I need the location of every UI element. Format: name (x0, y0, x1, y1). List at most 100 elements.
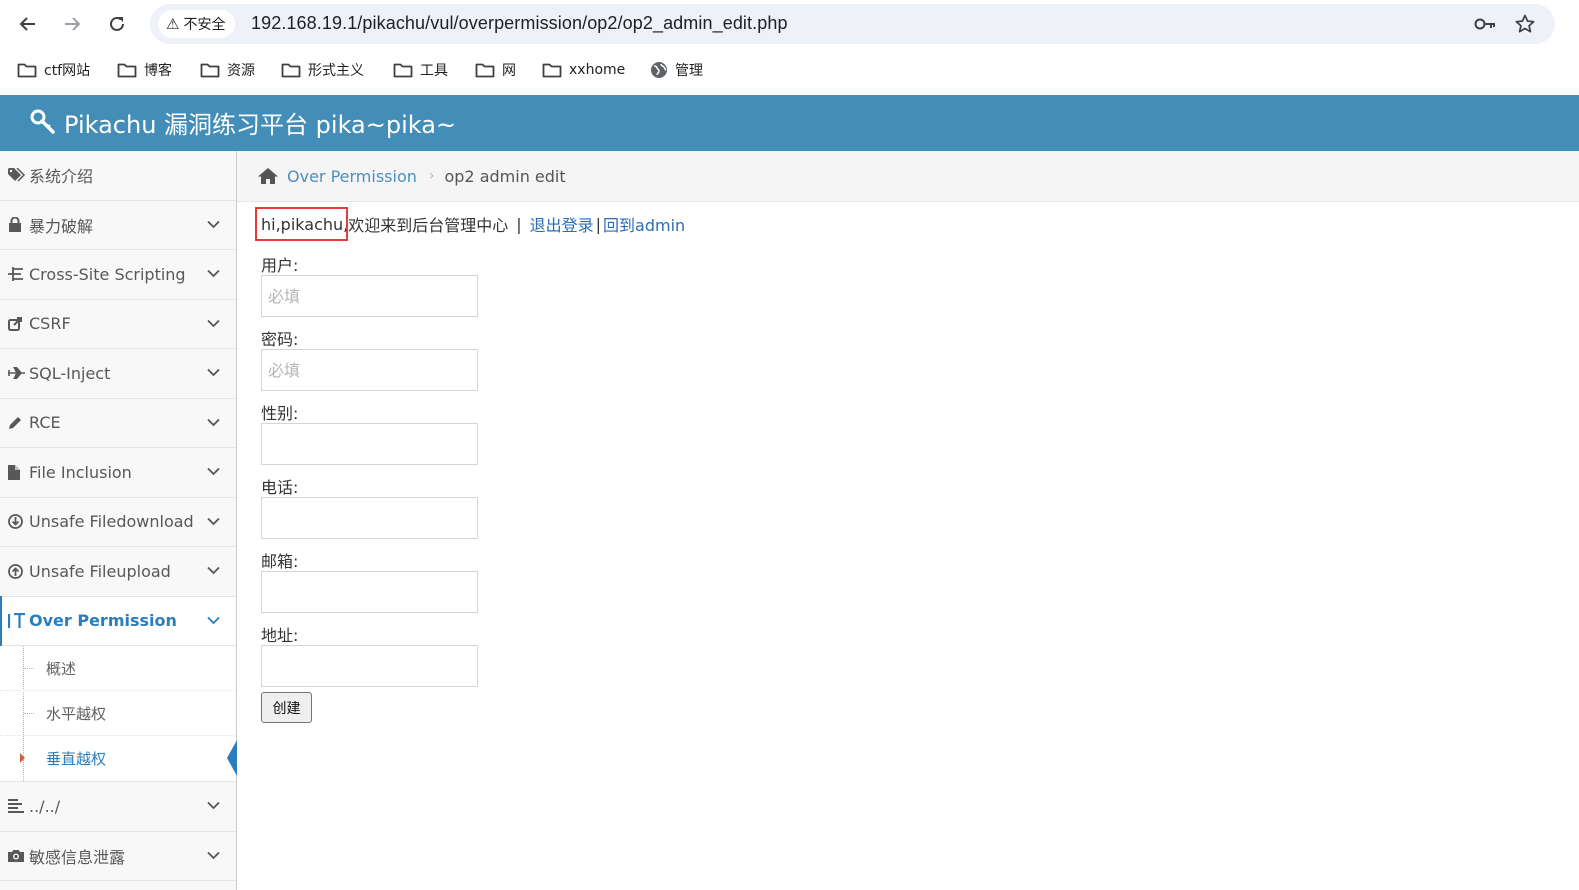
bookmark-item[interactable]: 工具 (393, 56, 448, 84)
email-label: 邮箱: (261, 552, 299, 571)
home-icon[interactable] (257, 167, 279, 185)
sidebar-item-label: Unsafe Fileupload (29, 561, 171, 581)
sidebar-item-info-leak[interactable]: 敏感信息泄露 (0, 831, 236, 881)
phone-input[interactable] (261, 497, 478, 539)
warning-icon: ⚠ (166, 15, 180, 33)
sidebar-item-rce[interactable]: RCE (0, 398, 236, 448)
forward-button[interactable] (58, 10, 86, 38)
sidebar-item-intro[interactable]: 系统介绍 (0, 151, 236, 201)
reload-icon (110, 16, 124, 31)
chevron-down-icon (207, 369, 220, 377)
chevron-down-icon (207, 517, 220, 526)
chevron-down-icon (207, 468, 220, 476)
chevron-down-icon (207, 616, 220, 625)
lock-icon (8, 217, 28, 233)
sidebar-item-xss[interactable]: Cross-Site Scripting (0, 250, 236, 300)
submenu-item-overview[interactable]: 概述 (0, 646, 236, 691)
browser-chrome: ⚠ 不安全 192.168.19.1/pikachu/vul/overpermi… (0, 0, 1579, 95)
key-icon[interactable] (1473, 12, 1497, 36)
username-label: 用户: (261, 256, 299, 275)
sidebar-item-label: SQL-Inject (29, 363, 111, 383)
sidebar-item-label: Unsafe Filedownload (29, 512, 194, 532)
sidebar-item-sql-inject[interactable]: SQL-Inject (0, 349, 236, 399)
text-height-icon (8, 612, 28, 629)
gender-input[interactable] (261, 423, 478, 465)
sidebar-item-unsafe-fileupload[interactable]: Unsafe Fileupload (0, 547, 236, 597)
security-label: 不安全 (183, 17, 226, 33)
bookmark-item[interactable]: 网 (475, 56, 516, 84)
welcome-user: hi,pikachu, (255, 206, 349, 241)
password-input[interactable] (261, 349, 478, 391)
folder-icon (117, 63, 137, 78)
bookmark-item[interactable]: xxhome (542, 56, 625, 84)
bookmark-item[interactable]: 资源 (200, 56, 255, 84)
chevron-down-icon (207, 220, 220, 229)
reload-button[interactable] (103, 10, 131, 38)
back-to-admin-link[interactable]: 回到admin (603, 212, 685, 236)
bookmark-label: 网 (502, 63, 516, 79)
sidebar-item-csrf[interactable]: CSRF (0, 299, 236, 349)
upload-icon (8, 563, 28, 579)
camera-icon (8, 849, 28, 863)
bookmark-label: ctf网站 (44, 63, 91, 79)
bookmark-label: 博客 (144, 63, 172, 79)
plane-icon (8, 367, 28, 380)
submenu-item-label: 概述 (46, 659, 77, 678)
sitemap-icon (8, 267, 28, 282)
arrow-left-icon (19, 17, 35, 31)
bookmark-item[interactable]: 形式主义 (281, 56, 364, 84)
submenu-item-horizontal[interactable]: 水平越权 (0, 691, 236, 736)
sidebar-item-over-permission[interactable]: Over Permission (0, 595, 236, 646)
address-input[interactable] (261, 645, 478, 687)
bookmark-label: 工具 (420, 63, 448, 79)
file-icon (8, 464, 28, 480)
submenu-item-label: 水平越权 (46, 704, 107, 723)
bookmark-label: xxhome (569, 62, 626, 78)
sidebar-item-file-inclusion[interactable]: File Inclusion (0, 448, 236, 498)
chevron-down-icon (207, 270, 220, 278)
sidebar-item-label: RCE (29, 413, 61, 433)
pencil-icon (8, 415, 28, 430)
chevron-down-icon (207, 418, 220, 427)
folder-icon (200, 63, 220, 78)
sidebar-item-label: 系统介绍 (29, 167, 94, 187)
breadcrumb: Over Permission › op2 admin edit (237, 151, 1579, 202)
sidebar-item-label: ../../ (29, 796, 61, 816)
star-icon[interactable] (1513, 12, 1537, 36)
welcome-line: hi,pikachu, 欢迎来到后台管理中心 | 退出登录 | 回到admin (255, 206, 685, 241)
sidebar-item-brute-force[interactable]: 暴力破解 (0, 200, 236, 250)
address-label: 地址: (261, 626, 299, 645)
sidebar-item-path-traversal[interactable]: ../../ (0, 782, 236, 832)
phone-label: 电话: (261, 478, 299, 497)
bookmark-item[interactable]: 博客 (117, 56, 172, 84)
over-permission-submenu: 概述 水平越权 垂直越权 (0, 646, 237, 782)
sidebar-item-unsafe-filedownload[interactable]: Unsafe Filedownload (0, 497, 236, 547)
bookmark-item[interactable]: 管理 (650, 56, 703, 84)
back-button[interactable] (14, 10, 42, 38)
app-title[interactable]: Pikachu 漏洞练习平台 pika~pika~ (30, 107, 456, 139)
folder-icon (475, 63, 495, 78)
bookmarks-bar: ctf网站 博客 资源 形式主义 工具 网 xxhome 管理 (0, 56, 1579, 84)
breadcrumb-separator-icon: › (428, 168, 435, 184)
align-left-icon (8, 799, 28, 814)
chevron-down-icon (207, 567, 220, 575)
email-input[interactable] (261, 571, 478, 613)
arrow-right-icon (65, 17, 81, 31)
folder-icon (393, 63, 413, 78)
sidebar-item-label: CSRF (29, 314, 71, 334)
folder-icon (542, 63, 562, 78)
breadcrumb-parent-link[interactable]: Over Permission (287, 167, 417, 186)
main-content: hi,pikachu, 欢迎来到后台管理中心 | 退出登录 | 回到admin … (255, 202, 1561, 890)
welcome-user-text: hi,pikachu, (261, 214, 349, 234)
tags-icon (8, 168, 28, 182)
create-button[interactable]: 创建 (261, 692, 312, 723)
bookmark-item[interactable]: ctf网站 (17, 56, 90, 84)
address-bar[interactable]: ⚠ 不安全 192.168.19.1/pikachu/vul/overpermi… (150, 4, 1555, 44)
submenu-item-vertical[interactable]: 垂直越权 (0, 736, 237, 781)
share-icon (8, 316, 28, 331)
security-chip[interactable]: ⚠ 不安全 (158, 10, 236, 38)
logout-link[interactable]: 退出登录 (530, 212, 594, 236)
url-text[interactable]: 192.168.19.1/pikachu/vul/overpermission/… (251, 13, 788, 34)
sidebar-item-label: 敏感信息泄露 (29, 847, 126, 867)
username-input[interactable] (261, 275, 478, 317)
